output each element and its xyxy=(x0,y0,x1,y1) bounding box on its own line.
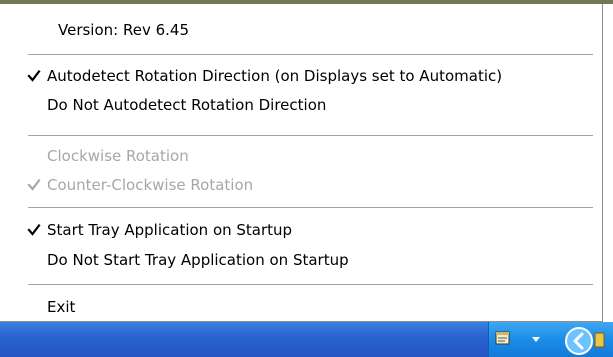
menu-separator xyxy=(28,207,593,209)
taskbar xyxy=(0,322,613,357)
system-tray xyxy=(488,322,613,357)
version-label: Version: Rev 6.45 xyxy=(58,21,190,39)
notepad-icon[interactable] xyxy=(495,331,511,346)
menu-item-start-on-startup[interactable]: Start Tray Application on Startup xyxy=(0,216,598,244)
checkmark-icon xyxy=(27,223,41,236)
menu-separator xyxy=(28,284,593,286)
menu-item-label: Do Not Start Tray Application on Startup xyxy=(47,251,349,269)
app-icon[interactable] xyxy=(593,331,605,349)
menu-item-exit[interactable]: Exit xyxy=(0,293,598,321)
menu-item-clockwise-rotation: Clockwise Rotation xyxy=(0,142,598,170)
menu-item-no-autodetect-rotation[interactable]: Do Not Autodetect Rotation Direction xyxy=(0,91,598,119)
menu-item-autodetect-rotation[interactable]: Autodetect Rotation Direction (on Displa… xyxy=(0,62,598,90)
menu-separator xyxy=(28,135,593,137)
checkmark-icon xyxy=(27,178,41,191)
chevron-down-icon[interactable] xyxy=(531,336,541,344)
tray-context-menu: Version: Rev 6.45 Autodetect Rotation Di… xyxy=(0,4,603,322)
version-item: Version: Rev 6.45 xyxy=(0,16,598,44)
menu-separator xyxy=(28,54,593,56)
menu-item-label: Counter-Clockwise Rotation xyxy=(47,176,254,194)
menu-item-label: Do Not Autodetect Rotation Direction xyxy=(47,96,327,114)
menu-item-counter-clockwise-rotation: Counter-Clockwise Rotation xyxy=(0,171,598,199)
checkmark-icon xyxy=(27,69,41,82)
menu-item-no-start-on-startup[interactable]: Do Not Start Tray Application on Startup xyxy=(0,246,598,274)
menu-item-label: Autodetect Rotation Direction (on Displa… xyxy=(47,67,503,85)
menu-item-label: Start Tray Application on Startup xyxy=(47,221,293,239)
circle-arrow-icon[interactable] xyxy=(564,326,594,356)
menu-item-label: Exit xyxy=(47,298,76,316)
menu-item-label: Clockwise Rotation xyxy=(47,147,189,165)
